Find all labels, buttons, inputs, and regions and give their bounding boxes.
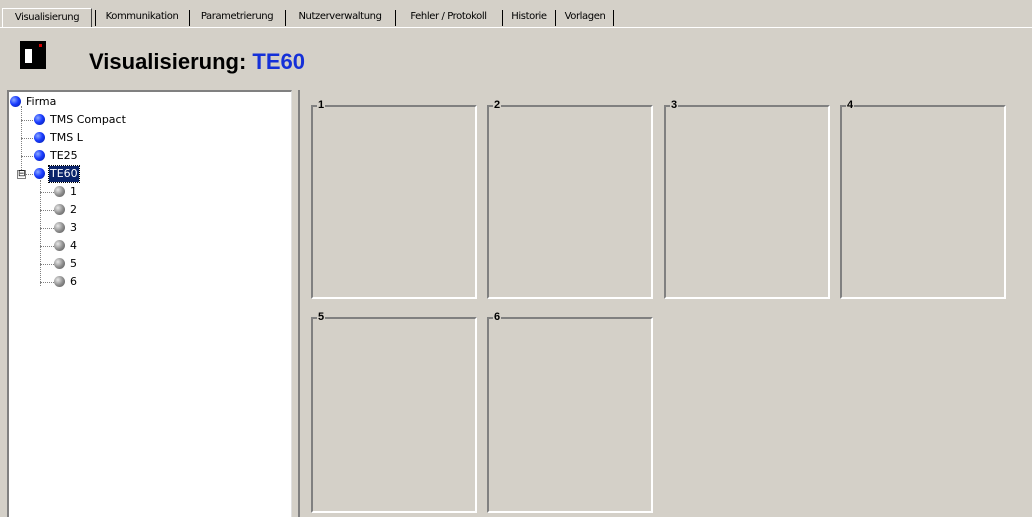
tree-node-label: 5: [70, 257, 77, 270]
tree-connector: [40, 264, 54, 265]
tab-fehler-protokoll[interactable]: Fehler / Protokoll: [398, 9, 499, 27]
tab-historie[interactable]: Historie: [505, 9, 553, 27]
tree-node-label: Firma: [26, 95, 57, 108]
channel-group-3[interactable]: 3: [664, 99, 830, 299]
tree-node-label: 3: [70, 221, 77, 234]
group-label: 3: [670, 99, 679, 112]
blue-ball-icon: [34, 168, 45, 179]
tab-separator: [95, 10, 96, 26]
group-label: 2: [493, 99, 502, 112]
tree-connector: [40, 228, 54, 229]
page-title: Visualisierung: TE60: [89, 45, 305, 79]
tab-visualisierung[interactable]: Visualisierung: [2, 8, 92, 28]
tab-bar-edge: [0, 27, 1032, 28]
tab-vorlagen[interactable]: Vorlagen: [558, 9, 612, 27]
tab-nutzerverwaltung[interactable]: Nutzerverwaltung: [288, 9, 392, 27]
blue-ball-icon: [34, 132, 45, 143]
tab-separator: [189, 10, 190, 26]
tree-node-label: TE25: [50, 149, 78, 162]
tree-connector: [21, 138, 35, 139]
collapse-toggle-icon[interactable]: ⊟: [17, 170, 26, 179]
tab-separator: [613, 10, 614, 26]
tree-connector: [40, 246, 54, 247]
tree-connector: [21, 120, 35, 121]
blue-ball-icon: [10, 96, 21, 107]
tab-separator: [502, 10, 503, 26]
grey-ball-icon: [54, 240, 65, 251]
tree-node-label: 4: [70, 239, 77, 252]
tab-separator: [555, 10, 556, 26]
channel-group-2[interactable]: 2: [487, 99, 653, 299]
tab-separator: [285, 10, 286, 26]
tree-connector: [40, 192, 54, 193]
channel-group-4[interactable]: 4: [840, 99, 1006, 299]
channel-group-6[interactable]: 6: [487, 311, 653, 513]
grey-ball-icon: [54, 204, 65, 215]
company-logo: [20, 41, 46, 72]
blue-ball-icon: [34, 150, 45, 161]
channel-group-5[interactable]: 5: [311, 311, 477, 513]
group-label: 4: [846, 99, 855, 112]
tree-node-label: 6: [70, 275, 77, 288]
blue-ball-icon: [34, 114, 45, 125]
tab-kommunikation[interactable]: Kommunikation: [98, 9, 186, 27]
device-tree[interactable]: ⊟ Firma TMS Compact TMS L TE25 TE60 1 2 …: [7, 90, 292, 517]
tree-node-label: 1: [70, 185, 77, 198]
group-label: 6: [493, 311, 502, 324]
tree-node-label: TMS Compact: [50, 113, 126, 126]
tab-bar: Visualisierung Kommunikation Parametrier…: [0, 0, 1032, 28]
tree-connector: [40, 210, 54, 211]
group-label: 5: [317, 311, 326, 324]
grey-ball-icon: [54, 258, 65, 269]
grey-ball-icon: [54, 186, 65, 197]
tab-separator: [395, 10, 396, 26]
tree-connector: [40, 282, 54, 283]
channel-group-1[interactable]: 1: [311, 99, 477, 299]
page-title-device: TE60: [252, 49, 306, 74]
tree-connector: [21, 156, 35, 157]
grey-ball-icon: [54, 276, 65, 287]
tree-node-label: TMS L: [50, 131, 83, 144]
tab-parametrierung[interactable]: Parametrierung: [192, 9, 282, 27]
panel-splitter[interactable]: [292, 90, 300, 517]
visualization-area: 1 2 3 4 5 6: [300, 90, 1032, 517]
group-label: 1: [317, 99, 326, 112]
tree-node-label: 2: [70, 203, 77, 216]
grey-ball-icon: [54, 222, 65, 233]
tree-node-label-selected: TE60: [48, 165, 80, 183]
page-title-prefix: Visualisierung:: [89, 49, 253, 74]
tree-connector: [40, 180, 41, 286]
